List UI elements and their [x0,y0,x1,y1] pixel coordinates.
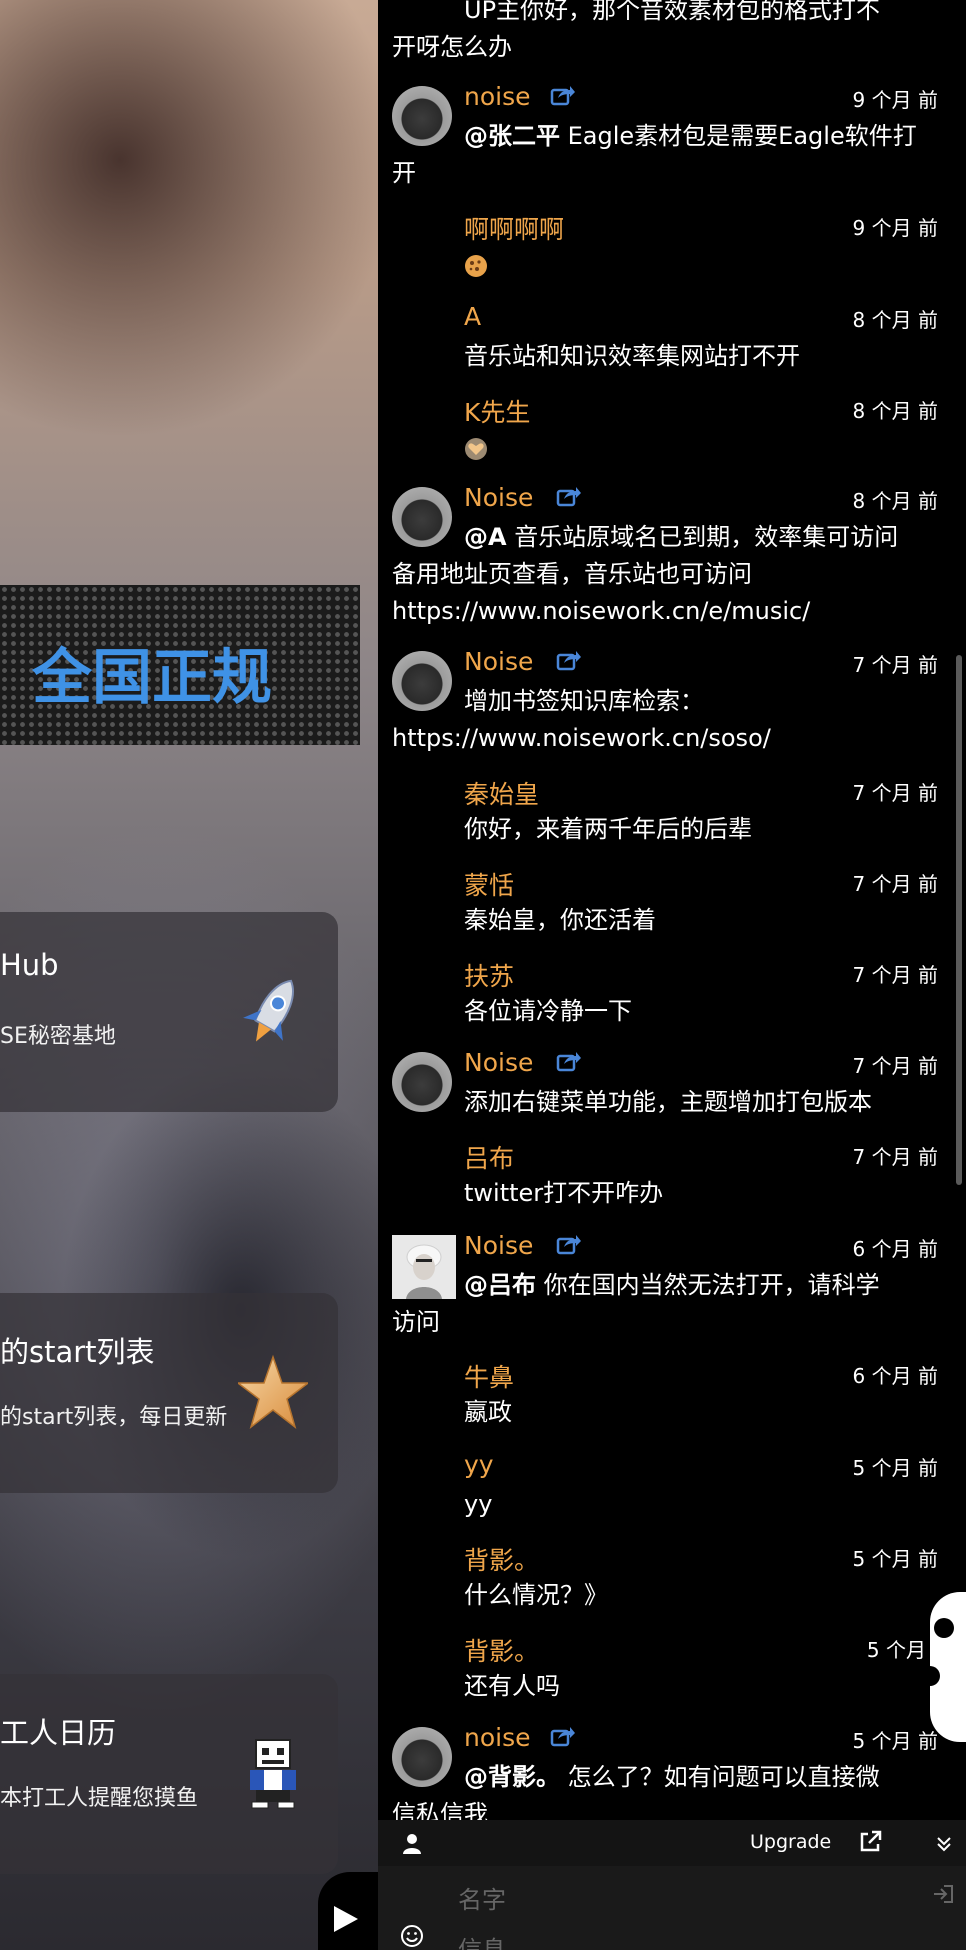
comment-author[interactable]: noise [464,82,531,111]
comment-time: 9 个月 前 [852,88,938,112]
login-icon[interactable] [932,1884,954,1904]
comment-author[interactable]: K先生 [464,393,530,429]
play-button[interactable] [318,1872,380,1950]
comment-author[interactable]: 牛鼻 [464,1358,514,1394]
user-icon[interactable] [402,1833,422,1855]
bg-card-hub[interactable]: Hub SE秘密基地 [0,912,338,1112]
comment-author[interactable]: 吕布 [464,1139,514,1175]
comment-text: 还有人吗 [464,1672,560,1700]
card-desc: 的start列表，每日更新 [0,1405,228,1430]
comment-text: twitter打不开咋办 [464,1179,664,1207]
comment-text: 添加右键菜单功能，主题增加打包版本 [464,1088,872,1116]
comment-author[interactable]: 背影。 [464,1541,539,1577]
comment-text: 嬴政 [464,1398,512,1426]
comment-input-bar: Upgrade 名字 信息 [378,1820,966,1950]
comment-time: 5 个月 前 [852,1547,938,1571]
comment-time: 7 个月 前 [852,963,938,987]
comment-text: 你好，来着两千年后的后辈 [464,815,752,843]
comment-text: 各位请冷静一下 [464,997,632,1025]
share-icon[interactable] [550,84,576,106]
comment-text: @A 音乐站原域名已到期，效率集可访问 备用地址页查看，音乐站也可访问 http… [392,519,932,630]
card-title: 工人日历 [0,1716,117,1750]
comment-author[interactable]: noise [464,1723,531,1752]
message-input[interactable]: 信息 [458,1930,506,1950]
comment-author[interactable]: 啊啊啊啊 [464,210,564,246]
star-icon [238,1354,308,1429]
comment-time: 8 个月 前 [852,308,938,332]
share-icon[interactable] [556,1050,582,1072]
comment-time: 7 个月 前 [852,781,938,805]
comment-author[interactable]: 扶苏 [464,957,514,993]
comment-author[interactable]: A [464,302,481,331]
bg-card-start-list[interactable]: 的start列表 的start列表，每日更新 [0,1293,338,1493]
comment-time: 8 个月 前 [852,399,938,423]
comment-author[interactable]: Noise [464,647,533,676]
heart-emoji-icon [465,438,487,460]
comment-time: 5 个月 [866,1638,926,1662]
card-title: Hub [0,948,59,982]
bg-blur-shape [0,0,380,440]
bg-card-calendar[interactable]: 工人日历 本打工人提醒您摸鱼 [0,1674,338,1874]
comment-author[interactable]: Noise [464,1048,533,1077]
play-icon [334,1906,358,1932]
comment-panel: UP主你好，那个音效素材包的格式打不 开呀怎么办 noise 9 个月 前 @张… [378,0,966,1950]
floating-dot[interactable] [920,1666,940,1686]
comment-author[interactable]: 秦始皇 [464,775,539,811]
comment-time: 9 个月 前 [852,216,938,240]
comment-time: 5 个月 前 [852,1456,938,1480]
led-banner: ：全国正规 [0,585,360,745]
card-desc: 本打工人提醒您摸鱼 [0,1786,199,1811]
floating-dot[interactable] [934,1618,954,1638]
comment-time: 7 个月 前 [852,1145,938,1169]
comment-time: 6 个月 前 [852,1237,938,1261]
banner-text: ：全国正规 [0,643,272,713]
card-title: 的start列表 [0,1335,155,1369]
comment-time: 6 个月 前 [852,1364,938,1388]
pixel-skeleton-icon [250,1739,296,1809]
avatar [392,1052,452,1112]
background-page: ：全国正规 Hub SE秘密基地 的start列表 的start列表，每日更新 [0,0,380,1950]
mention[interactable]: @A [464,523,507,551]
upgrade-button[interactable]: Upgrade [750,1831,831,1853]
comment-text: 音乐站和知识效率集网站打不开 [464,342,800,370]
comment-time: 5 个月 前 [852,1729,938,1753]
external-link-icon[interactable] [858,1830,882,1854]
comment-text: @吕布 你在国内当然无法打开，请科学 访问 [392,1271,880,1336]
mention[interactable]: @背影。 [464,1763,560,1791]
comment-link[interactable]: https://www.noisework.cn/e/music/ [392,593,932,630]
comment-text-cut: UP主你好，那个音效素材包的格式打不 开呀怎么办 [392,0,881,61]
scrollbar-thumb[interactable] [956,655,962,1185]
comment-author[interactable]: Noise [464,483,533,512]
mention[interactable]: @张二平 [464,122,560,150]
comment-text: 秦始皇，你还活着 [464,906,656,934]
comment-author[interactable]: Noise [464,1231,533,1260]
comment-time: 7 个月 前 [852,872,938,896]
comment-text: 增加书签知识库检索： https://www.noisework.cn/soso… [392,683,932,757]
comment-text: @张二平 Eagle素材包是需要Eagle软件打 开 [392,122,917,187]
mention[interactable]: @吕布 [464,1271,536,1299]
comment-text: yy [464,1490,493,1518]
comment-time: 7 个月 前 [852,653,938,677]
rocket-icon [243,979,294,1042]
comment-author[interactable]: 背影。 [464,1632,539,1668]
comment-author[interactable]: 蒙恬 [464,866,514,902]
chevron-down-icon[interactable] [936,1836,952,1852]
comment-author[interactable]: yy [464,1450,494,1479]
comment-text: 什么情况？》 [464,1581,608,1609]
share-icon[interactable] [550,1725,576,1747]
comment-time: 8 个月 前 [852,489,938,513]
comment-link[interactable]: https://www.noisework.cn/soso/ [392,720,932,757]
share-icon[interactable] [556,1233,582,1255]
share-icon[interactable] [556,649,582,671]
cookie-emoji-icon [465,255,487,277]
emoji-icon[interactable] [400,1924,424,1948]
comment-time: 7 个月 前 [852,1054,938,1078]
name-input[interactable]: 名字 [458,1880,506,1915]
share-icon[interactable] [556,485,582,507]
card-desc: SE秘密基地 [0,1024,116,1049]
